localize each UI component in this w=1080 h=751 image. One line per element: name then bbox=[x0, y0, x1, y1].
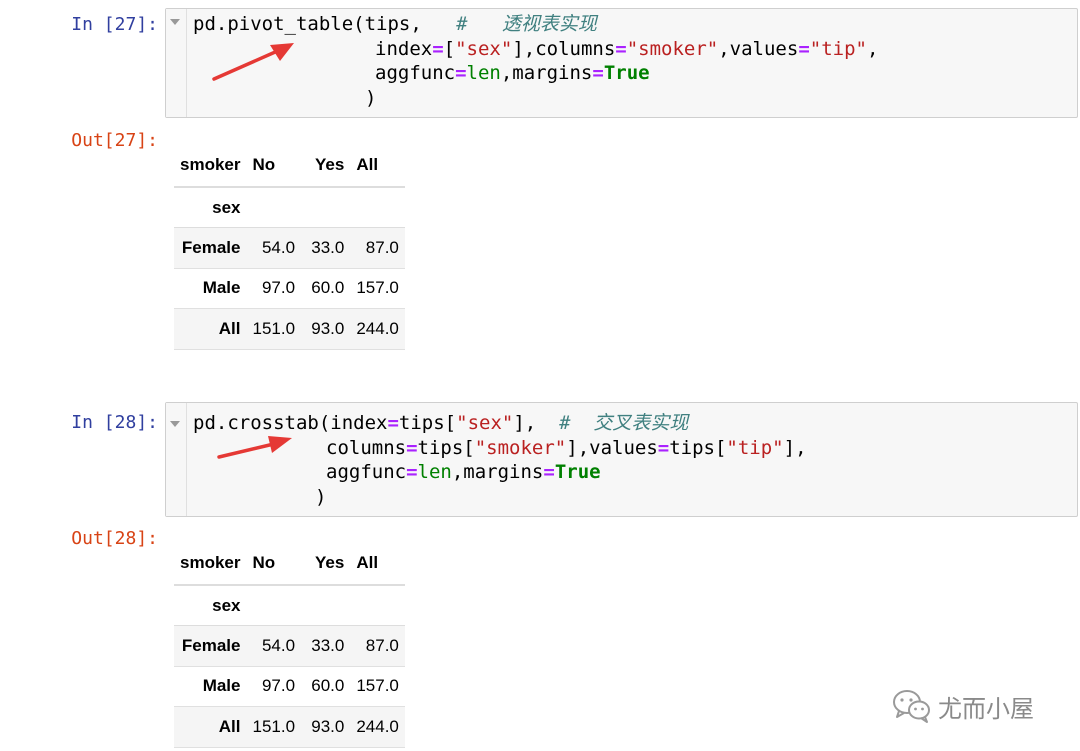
table-cell: 33.0 bbox=[311, 237, 345, 257]
code-line-4: ) bbox=[365, 87, 377, 109]
output-prompt-28: Out[28]: bbox=[71, 528, 158, 549]
code-line-2: columns=tips["smoker"],values=tips["tip"… bbox=[326, 437, 807, 459]
table-cell: 87.0 bbox=[365, 635, 399, 655]
table-cell: 244.0 bbox=[356, 716, 399, 736]
table-header-row: smoker No Yes All bbox=[174, 542, 405, 586]
column-header: Yes bbox=[301, 144, 351, 188]
table-row: All 151.0 93.0 244.0 bbox=[174, 706, 405, 747]
code-editor[interactable]: pd.crosstab(index=tips["sex"], # 交叉表实现 c… bbox=[193, 403, 807, 550]
index-name-row: sex bbox=[174, 585, 405, 626]
red-arrow-icon bbox=[212, 43, 294, 81]
code-cell-27[interactable]: pd.pivot_table(tips, # 透视表实现 index=["sex… bbox=[165, 8, 1078, 118]
table-cell: 87.0 bbox=[365, 237, 399, 257]
cell-gutter bbox=[166, 9, 187, 117]
row-label: Female bbox=[181, 635, 241, 655]
collapse-arrow-icon[interactable] bbox=[170, 421, 180, 427]
table-cell: 54.0 bbox=[261, 237, 296, 257]
column-header: No bbox=[246, 144, 302, 188]
code-line-4: ) bbox=[315, 486, 327, 508]
table-header-row: smoker No Yes All bbox=[174, 144, 405, 188]
dataframe-table-28: smoker No Yes All sex Female 54.0 33.0 8… bbox=[174, 542, 405, 748]
index-name: sex bbox=[212, 595, 241, 615]
column-header: All bbox=[350, 542, 405, 586]
watermark-text: 尤而小屋 bbox=[938, 694, 1034, 723]
watermark: 尤而小屋 bbox=[892, 686, 1034, 726]
table-row: Male 97.0 60.0 157.0 bbox=[174, 268, 405, 309]
table-cell: 151.0 bbox=[252, 716, 296, 736]
table-cell: 97.0 bbox=[261, 278, 296, 298]
column-header: No bbox=[246, 542, 302, 586]
code-cell-28[interactable]: pd.crosstab(index=tips["sex"], # 交叉表实现 c… bbox=[165, 402, 1078, 517]
row-label: Male bbox=[202, 676, 241, 696]
code-line-1: pd.crosstab(index=tips["sex"], # 交叉表实现 bbox=[193, 412, 689, 434]
dataframe-table-27: smoker No Yes All sex Female 54.0 33.0 8… bbox=[174, 144, 405, 350]
wechat-icon bbox=[893, 690, 930, 723]
column-header: All bbox=[350, 144, 405, 188]
table-cell: 33.0 bbox=[311, 635, 345, 655]
column-header: Yes bbox=[301, 542, 351, 586]
table-cell: 151.0 bbox=[252, 318, 296, 338]
collapse-arrow-icon[interactable] bbox=[170, 19, 180, 25]
columns-name: smoker bbox=[174, 144, 247, 188]
table-cell: 93.0 bbox=[311, 318, 345, 338]
code-line-2: index=["sex"],columns="smoker",values="t… bbox=[375, 38, 879, 60]
table-row: Female 54.0 33.0 87.0 bbox=[174, 625, 405, 666]
table-cell: 93.0 bbox=[311, 716, 345, 736]
index-name: sex bbox=[212, 197, 241, 217]
row-label: All bbox=[218, 716, 241, 736]
code-line-3: aggfunc=len,margins=True bbox=[375, 62, 650, 84]
table-cell: 60.0 bbox=[311, 676, 345, 696]
table-row: Male 97.0 60.0 157.0 bbox=[174, 666, 405, 707]
input-prompt-27: In [27]: bbox=[71, 14, 158, 35]
table-cell: 60.0 bbox=[311, 278, 345, 298]
output-prompt-27: Out[27]: bbox=[71, 130, 158, 151]
cell-gutter bbox=[166, 403, 187, 516]
red-arrow-icon bbox=[217, 436, 292, 459]
table-row: All 151.0 93.0 244.0 bbox=[174, 308, 405, 349]
row-label: All bbox=[218, 318, 241, 338]
table-cell: 244.0 bbox=[356, 318, 399, 338]
index-name-row: sex bbox=[174, 187, 405, 228]
table-cell: 54.0 bbox=[261, 635, 296, 655]
table-cell: 157.0 bbox=[356, 676, 399, 696]
code-line-3: aggfunc=len,margins=True bbox=[326, 461, 601, 483]
columns-name: smoker bbox=[174, 542, 247, 586]
input-prompt-28: In [28]: bbox=[71, 412, 158, 433]
row-label: Female bbox=[181, 237, 241, 257]
row-label: Male bbox=[202, 278, 241, 298]
table-cell: 157.0 bbox=[356, 278, 399, 298]
table-row: Female 54.0 33.0 87.0 bbox=[174, 227, 405, 268]
code-line-1: pd.pivot_table(tips, # 透视表实现 bbox=[193, 13, 597, 35]
table-cell: 97.0 bbox=[261, 676, 296, 696]
